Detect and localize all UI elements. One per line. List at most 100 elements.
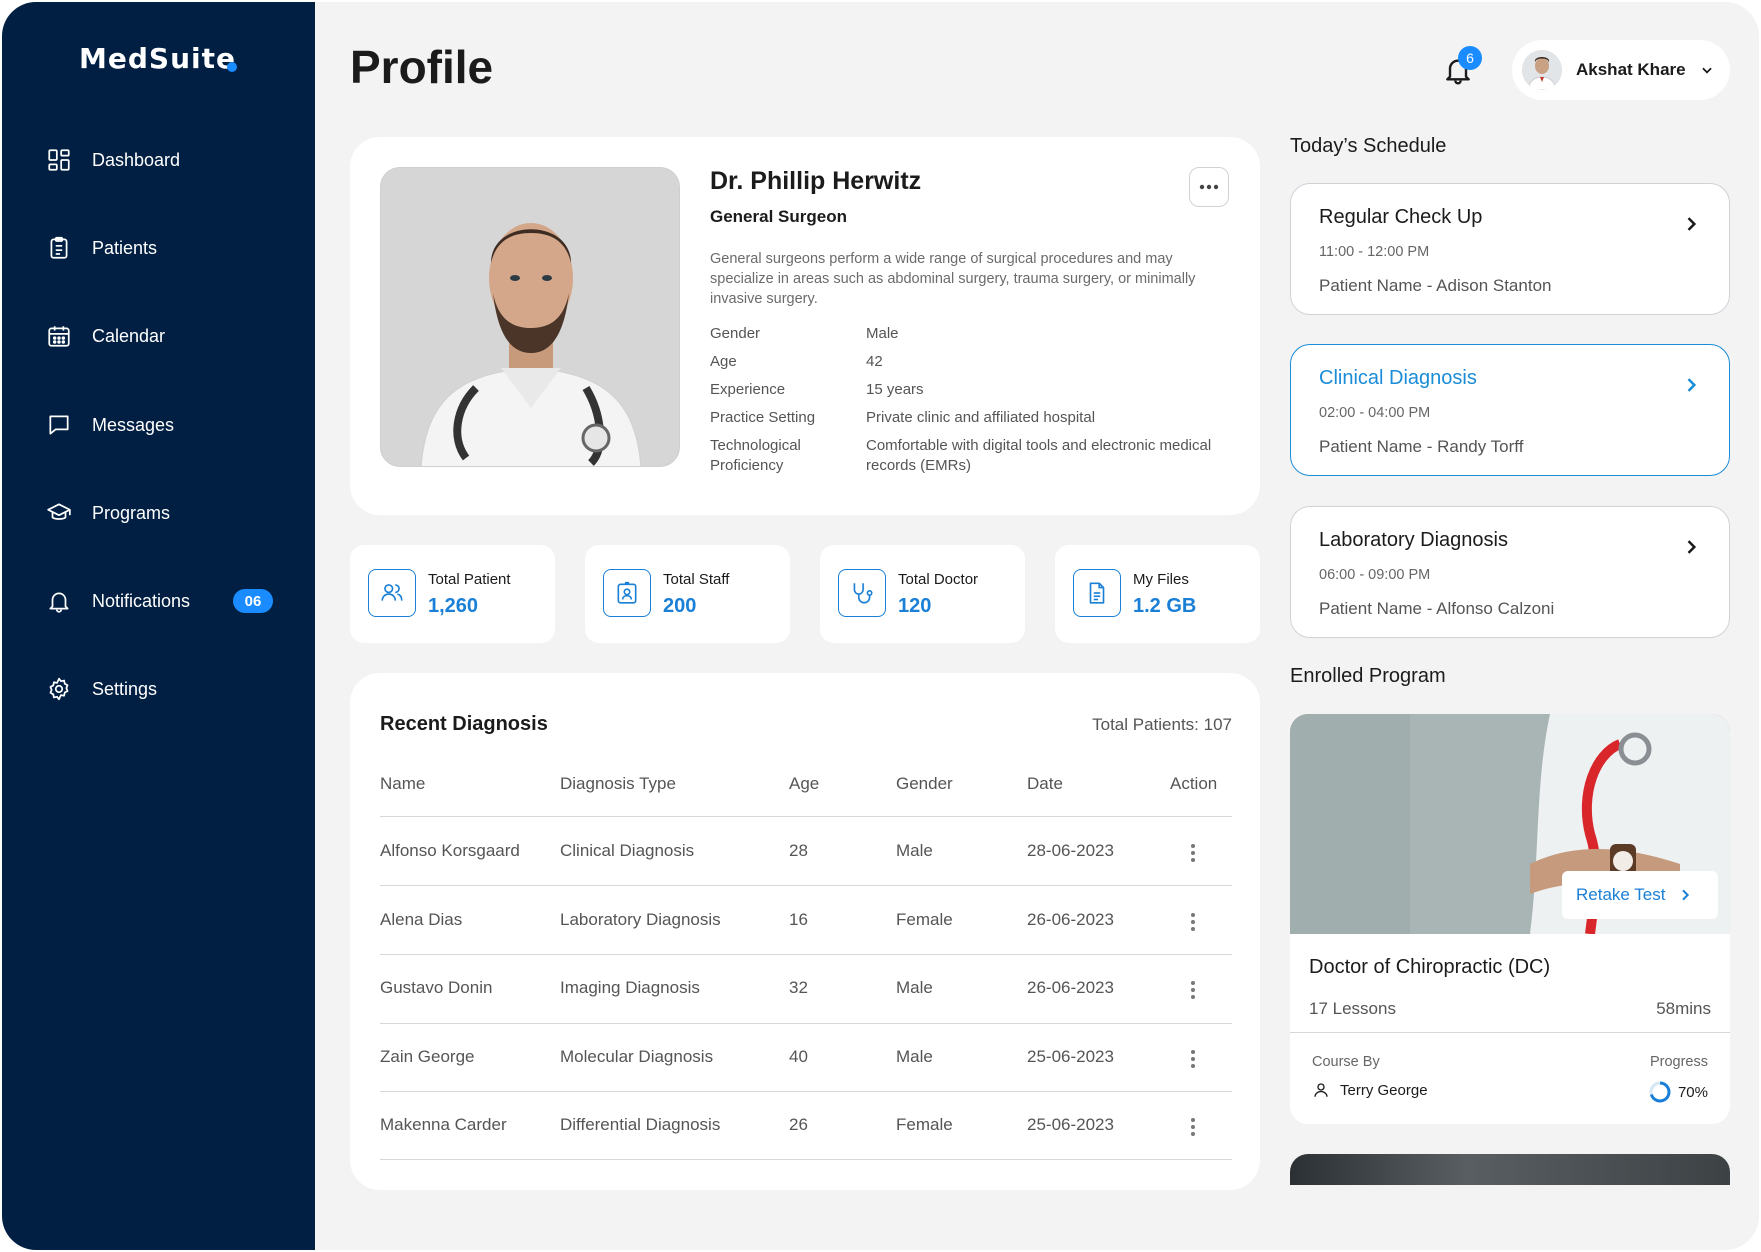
- doctor-photo: [380, 167, 680, 467]
- stat-value: 200: [663, 595, 697, 617]
- cell-name: Alena Dias: [380, 910, 463, 929]
- sidebar-item-label: Messages: [92, 414, 175, 435]
- sidebar-item-notifications[interactable]: Notifications 06: [46, 581, 286, 621]
- stat-value: 120: [898, 595, 932, 617]
- sidebar-item-label: Patients: [92, 237, 158, 258]
- cell-gender: Male: [896, 978, 933, 997]
- cell-diagnosis-type: Laboratory Diagnosis: [560, 910, 721, 929]
- row-actions-button[interactable]: [1183, 1115, 1203, 1139]
- stat-card-my-files[interactable]: My Files 1.2 GB: [1055, 545, 1260, 643]
- cell-name: Zain George: [380, 1047, 475, 1066]
- column-header-action: Action: [1170, 774, 1218, 793]
- stat-value: 1,260: [428, 595, 479, 617]
- stat-label: Total Staff: [663, 571, 730, 588]
- schedule-item-clinical-diagnosis[interactable]: Clinical Diagnosis 02:00 - 04:00 PM Pati…: [1290, 344, 1730, 476]
- more-options-button[interactable]: [1189, 167, 1229, 207]
- schedule-item-laboratory-diagnosis[interactable]: Laboratory Diagnosis 06:00 - 09:00 PM Pa…: [1290, 506, 1730, 638]
- cell-date: 25-06-2023: [1027, 1115, 1114, 1134]
- sidebar-item-label: Dashboard: [92, 149, 181, 170]
- course-teacher: Terry George: [1312, 1080, 1428, 1100]
- cell-diagnosis-type: Clinical Diagnosis: [560, 841, 695, 860]
- file-icon: [1073, 569, 1121, 617]
- stat-label: Total Doctor: [898, 571, 979, 588]
- program-title: Doctor of Chiropractic (DC): [1309, 956, 1551, 978]
- message-icon: [49, 415, 69, 435]
- header-divider: [380, 816, 1232, 817]
- user-name: Akshat Khare: [1576, 60, 1686, 79]
- schedule-item-time: 11:00 - 12:00 PM: [1319, 244, 1430, 260]
- gear-icon: [49, 677, 69, 701]
- doctor-role: General Surgeon: [710, 207, 847, 226]
- detail-value: 15 years: [866, 381, 924, 398]
- bell-icon: [49, 592, 69, 613]
- row-actions-button[interactable]: [1183, 910, 1203, 934]
- sidebar-item-settings[interactable]: Settings: [46, 669, 286, 709]
- course-by-label: Course By: [1312, 1054, 1380, 1070]
- doctor-description: General surgeons perform a wide range of…: [710, 251, 1196, 307]
- schedule-item-regular-check-up[interactable]: Regular Check Up 11:00 - 12:00 PM Patien…: [1290, 183, 1730, 315]
- cell-date: 26-06-2023: [1027, 978, 1114, 997]
- schedule-item-time: 02:00 - 04:00 PM: [1319, 405, 1431, 421]
- more-horizontal-icon: [1199, 184, 1219, 190]
- cell-age: 26: [789, 1115, 808, 1134]
- stat-card-total-patient[interactable]: Total Patient 1,260: [350, 545, 555, 643]
- section-title: Recent Diagnosis: [380, 713, 548, 735]
- cell-name: Gustavo Donin: [380, 978, 493, 997]
- retake-test-button[interactable]: Retake Test: [1562, 871, 1718, 919]
- progress-ring: [1649, 1081, 1671, 1103]
- enrolled-program-title: Enrolled Program: [1290, 665, 1446, 687]
- column-header-diagnosis-type[interactable]: Diagnosis Type: [560, 774, 676, 794]
- stat-label: Total Patient: [428, 571, 511, 588]
- stat-value: 1.2 GB: [1133, 595, 1197, 617]
- app-window: MedSuite Dashboard Patients Calendar Mes…: [2, 2, 1759, 1250]
- chevron-right-icon: [1687, 540, 1697, 554]
- row-actions-button[interactable]: [1183, 841, 1203, 865]
- program-card-peek[interactable]: [1290, 1154, 1730, 1185]
- row-divider: [380, 954, 1232, 955]
- cell-diagnosis-type: Molecular Diagnosis: [560, 1047, 714, 1066]
- stat-label: My Files: [1133, 571, 1189, 588]
- sidebar-item-patients[interactable]: Patients: [46, 228, 286, 268]
- stat-card-total-doctor[interactable]: Total Doctor 120: [820, 545, 1025, 643]
- sidebar-item-calendar[interactable]: Calendar: [46, 316, 286, 356]
- stat-card-total-staff[interactable]: Total Staff 200: [585, 545, 790, 643]
- row-actions-button[interactable]: [1183, 978, 1203, 1002]
- notification-count-badge: 06: [233, 589, 273, 613]
- recent-diagnosis-table: Recent Diagnosis Total Patients: 107 Nam…: [350, 673, 1260, 1190]
- chevron-right-icon: [1682, 889, 1690, 901]
- column-header-gender[interactable]: Gender: [896, 774, 953, 794]
- detail-key: Age: [710, 353, 737, 370]
- detail-key: Experience: [710, 381, 786, 398]
- program-lessons: 17 Lessons: [1309, 999, 1396, 1018]
- cell-date: 28-06-2023: [1027, 841, 1114, 860]
- schedule-item-patient: Patient Name - Alfonso Calzoni: [1319, 599, 1555, 618]
- clipboard-icon: [50, 236, 68, 259]
- total-patients-count: Total Patients: 107: [1092, 715, 1232, 734]
- column-header-age[interactable]: Age: [789, 774, 819, 794]
- program-duration: 58mins: [1656, 999, 1711, 1018]
- cell-diagnosis-type: Differential Diagnosis: [560, 1115, 721, 1134]
- brand-logo-dot: [227, 62, 237, 72]
- schedule-item-title: Laboratory Diagnosis: [1319, 529, 1508, 551]
- chevron-right-icon: [1687, 378, 1697, 392]
- sidebar-item-programs[interactable]: Programs: [46, 493, 286, 533]
- program-card[interactable]: Retake Test Doctor of Chiropractic (DC) …: [1290, 714, 1730, 1124]
- cell-date: 26-06-2023: [1027, 910, 1114, 929]
- column-header-date[interactable]: Date: [1027, 774, 1063, 794]
- chevron-right-icon: [1687, 217, 1697, 231]
- cell-gender: Female: [896, 910, 953, 929]
- row-actions-button[interactable]: [1183, 1047, 1203, 1071]
- cell-date: 25-06-2023: [1027, 1047, 1114, 1066]
- cell-age: 16: [789, 910, 808, 929]
- sidebar-item-messages[interactable]: Messages: [46, 405, 286, 445]
- column-header-name[interactable]: Name: [380, 774, 425, 794]
- calendar-icon: [48, 326, 70, 347]
- brand-logo[interactable]: MedSuite: [79, 42, 236, 75]
- user-menu[interactable]: Akshat Khare: [1512, 40, 1730, 100]
- detail-value: Comfortable with digital tools and elect…: [866, 437, 1212, 474]
- schedule-title: Today’s Schedule: [1290, 135, 1447, 157]
- sidebar-item-dashboard[interactable]: Dashboard: [46, 140, 286, 180]
- cell-gender: Female: [896, 1115, 953, 1134]
- schedule-item-patient: Patient Name - Randy Torff: [1319, 437, 1524, 456]
- progress-label: Progress: [1649, 1054, 1708, 1070]
